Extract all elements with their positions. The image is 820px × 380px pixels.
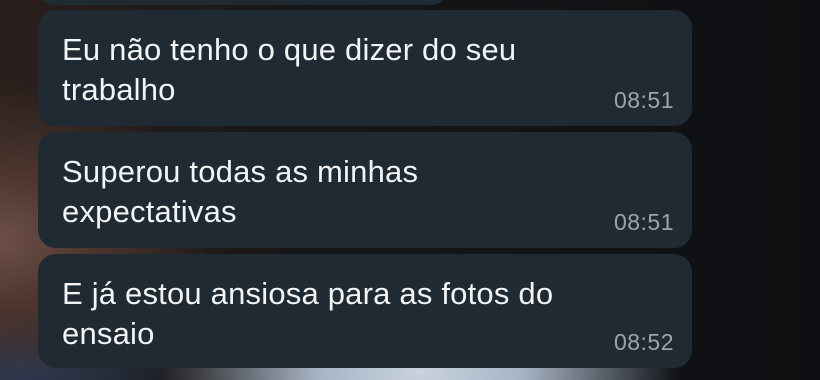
message-text: E já estou ansiosa para as fotos do ensa… xyxy=(62,276,554,351)
message-timestamp: 08:51 xyxy=(613,87,674,113)
message-timestamp: 08:51 xyxy=(613,209,674,235)
message-bubble[interactable]: Superou todas as minhas expectativas 08:… xyxy=(38,132,692,248)
chat-message-list: Eu não tenho o que dizer do seu trabalho… xyxy=(0,0,820,380)
message-text: Superou todas as minhas expectativas xyxy=(62,154,419,229)
message-bubble[interactable]: Eu não tenho o que dizer do seu trabalho… xyxy=(38,10,692,126)
message-text: Eu não tenho o que dizer do seu trabalho xyxy=(62,32,517,107)
previous-message-bubble[interactable] xyxy=(38,0,448,5)
message-timestamp: 08:52 xyxy=(613,329,674,355)
message-bubble[interactable]: E já estou ansiosa para as fotos do ensa… xyxy=(38,254,692,368)
